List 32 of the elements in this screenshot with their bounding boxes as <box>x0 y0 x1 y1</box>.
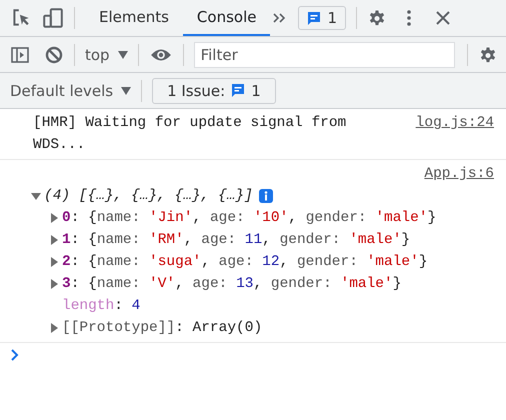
prompt-icon[interactable] <box>10 349 20 361</box>
tab[interactable]: Elements <box>85 0 183 36</box>
issues-button[interactable]: 1 Issue: 1 <box>152 78 276 104</box>
clear-icon[interactable] <box>44 44 64 64</box>
console-value: 2: {name: 'suga', age: 12, gender: 'male'} <box>62 253 428 272</box>
log-levels-dropdown[interactable]: Default levels <box>10 82 132 100</box>
console-value: length: 4 <box>62 297 140 316</box>
console-value: 3: {name: 'V', age: 13, gender: 'male'} <box>62 275 402 294</box>
device-icon[interactable] <box>42 7 64 29</box>
console-value: [[Prototype]]: Array(0) <box>62 319 262 338</box>
caret-icon <box>118 50 128 58</box>
messages-button[interactable]: 1 <box>298 6 346 30</box>
expand-arrow-icon[interactable] <box>48 234 60 246</box>
expand-arrow-icon[interactable] <box>48 256 60 268</box>
sidebar-icon[interactable] <box>10 44 30 64</box>
message-icon <box>307 10 322 26</box>
console-settings-icon[interactable] <box>478 44 498 64</box>
console-value: (4) [{…}, {…}, {…}, {…}] <box>44 187 253 206</box>
info-icon[interactable] <box>258 189 273 203</box>
expand-arrow-icon[interactable] <box>48 322 60 334</box>
source-link[interactable]: log.js:24 <box>402 112 494 156</box>
context-dropdown[interactable]: top <box>85 46 128 64</box>
expand-arrow-icon[interactable] <box>48 212 60 224</box>
console-value: 1: {name: 'RM', age: 11, gender: 'male'} <box>62 231 410 250</box>
message-icon <box>231 83 246 98</box>
caret-icon <box>121 86 132 94</box>
console-message: [HMR] Waiting for update signal from WDS... <box>33 114 348 155</box>
console-value: 0: {name: 'Jin', age: '10', gender: 'male'} <box>62 209 436 228</box>
expand-arrow-icon[interactable] <box>30 190 42 202</box>
expand-arrow-icon[interactable] <box>48 278 60 290</box>
source-link[interactable]: App.js:6 <box>410 163 494 185</box>
filter-field[interactable]: Filter <box>194 42 455 68</box>
